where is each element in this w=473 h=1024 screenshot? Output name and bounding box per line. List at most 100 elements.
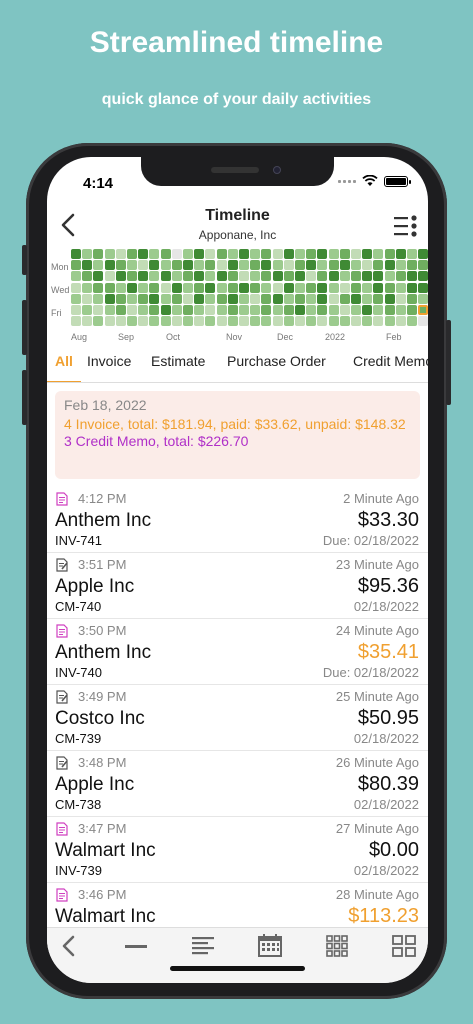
heatmap-cell[interactable] xyxy=(194,260,205,271)
heatmap-cell[interactable] xyxy=(250,249,261,259)
heatmap-cell[interactable] xyxy=(261,282,272,293)
heatmap-cell[interactable] xyxy=(407,293,417,304)
heatmap-cell[interactable] xyxy=(283,282,294,293)
heatmap-cell[interactable] xyxy=(395,271,406,282)
heatmap-cell[interactable] xyxy=(183,282,193,293)
calendar-icon[interactable] xyxy=(257,934,283,958)
heatmap-cell[interactable] xyxy=(295,260,305,271)
heatmap-cell[interactable] xyxy=(93,271,104,282)
heatmap-cell[interactable] xyxy=(194,282,205,293)
heatmap-cell[interactable] xyxy=(239,305,249,315)
heatmap-cell[interactable] xyxy=(138,293,149,304)
heatmap-cell[interactable] xyxy=(351,293,361,304)
heatmap-cell[interactable] xyxy=(149,305,160,315)
heatmap-cell[interactable] xyxy=(328,282,339,293)
heatmap-cell[interactable] xyxy=(395,282,406,293)
heatmap-cell[interactable] xyxy=(295,316,305,327)
heatmap-cell[interactable] xyxy=(239,282,249,293)
heatmap-cell[interactable] xyxy=(127,293,137,304)
heatmap-cell[interactable] xyxy=(317,305,328,315)
heatmap-cell[interactable] xyxy=(250,282,261,293)
heatmap-cell[interactable] xyxy=(171,316,182,327)
heatmap-cell[interactable] xyxy=(104,305,115,315)
heatmap-cell[interactable] xyxy=(362,293,373,304)
tab-invoice[interactable]: Invoice xyxy=(87,353,131,369)
heatmap-cell[interactable] xyxy=(351,271,361,282)
heatmap-cell[interactable] xyxy=(115,271,126,282)
heatmap-cell[interactable] xyxy=(339,282,350,293)
heatmap-cell[interactable] xyxy=(171,271,182,282)
heatmap-cell[interactable] xyxy=(306,249,317,259)
heatmap-cell[interactable] xyxy=(115,316,126,327)
heatmap-cell[interactable] xyxy=(71,316,81,327)
heatmap-cell[interactable] xyxy=(250,316,261,327)
back-icon[interactable] xyxy=(57,934,83,958)
heatmap-cell[interactable] xyxy=(138,316,149,327)
heatmap-cell[interactable] xyxy=(104,249,115,259)
heatmap-cell[interactable] xyxy=(283,271,294,282)
heatmap-cell[interactable] xyxy=(194,271,205,282)
heatmap-cell[interactable] xyxy=(115,249,126,259)
heatmap-cell[interactable] xyxy=(205,271,216,282)
heatmap-cell[interactable] xyxy=(149,282,160,293)
heatmap-cell[interactable] xyxy=(160,249,171,259)
heatmap-cell[interactable] xyxy=(272,249,283,259)
heatmap-cell[interactable] xyxy=(339,260,350,271)
heatmap-cell[interactable] xyxy=(261,293,272,304)
heatmap-cell[interactable] xyxy=(272,282,283,293)
heatmap-cell[interactable] xyxy=(71,249,81,259)
heatmap-cell[interactable] xyxy=(239,293,249,304)
heatmap-cell[interactable] xyxy=(138,249,149,259)
heatmap-cell[interactable] xyxy=(239,316,249,327)
heatmap-cell[interactable] xyxy=(160,316,171,327)
heatmap-cell[interactable] xyxy=(127,271,137,282)
heatmap-cell[interactable] xyxy=(328,271,339,282)
heatmap-cell[interactable] xyxy=(171,293,182,304)
heatmap-cell[interactable] xyxy=(115,305,126,315)
heatmap-cell[interactable] xyxy=(183,271,193,282)
heatmap-cell[interactable] xyxy=(82,293,93,304)
heatmap-cell[interactable] xyxy=(261,271,272,282)
heatmap-cell[interactable] xyxy=(373,282,384,293)
heatmap-cell[interactable] xyxy=(149,293,160,304)
list-lines-icon[interactable] xyxy=(190,934,216,958)
heatmap-cell[interactable] xyxy=(104,282,115,293)
tab-all[interactable]: All xyxy=(55,353,73,369)
grid-small-icon[interactable] xyxy=(324,934,350,958)
heatmap-cell[interactable] xyxy=(339,271,350,282)
timeline-row[interactable]: 4:12 PM 2 Minute Ago Anthem Inc $33.30 INV-7… xyxy=(47,487,428,553)
heatmap-cell[interactable] xyxy=(328,260,339,271)
heatmap-cell[interactable] xyxy=(418,271,428,282)
heatmap-cell[interactable] xyxy=(362,305,373,315)
heatmap-cell[interactable] xyxy=(216,271,227,282)
heatmap-cell[interactable] xyxy=(205,260,216,271)
heatmap-cell[interactable] xyxy=(384,249,395,259)
heatmap-cell[interactable] xyxy=(115,282,126,293)
heatmap-cell[interactable] xyxy=(194,305,205,315)
heatmap-cell[interactable] xyxy=(205,293,216,304)
heatmap-cell[interactable] xyxy=(227,316,238,327)
heatmap-cell[interactable] xyxy=(283,260,294,271)
heatmap-cell[interactable] xyxy=(272,260,283,271)
heatmap-cell[interactable] xyxy=(115,260,126,271)
heatmap-cell[interactable] xyxy=(395,305,406,315)
heatmap-cell[interactable] xyxy=(339,249,350,259)
heatmap-cell[interactable] xyxy=(127,316,137,327)
heatmap-cell[interactable] xyxy=(82,316,93,327)
heatmap-cell[interactable] xyxy=(71,271,81,282)
heatmap-cell[interactable] xyxy=(138,305,149,315)
heatmap-cell[interactable] xyxy=(317,293,328,304)
heatmap-cell[interactable] xyxy=(194,293,205,304)
heatmap-cell[interactable] xyxy=(295,249,305,259)
heatmap-cell[interactable] xyxy=(395,293,406,304)
heatmap-cell[interactable] xyxy=(104,260,115,271)
heatmap-cell[interactable] xyxy=(149,260,160,271)
menu-button[interactable] xyxy=(394,215,418,237)
heatmap-cell[interactable] xyxy=(261,249,272,259)
heatmap-cell[interactable] xyxy=(160,293,171,304)
heatmap-cell[interactable] xyxy=(227,260,238,271)
heatmap-cell[interactable] xyxy=(205,305,216,315)
heatmap-cell[interactable] xyxy=(306,260,317,271)
heatmap-cell[interactable] xyxy=(407,249,417,259)
heatmap-cell[interactable] xyxy=(362,271,373,282)
